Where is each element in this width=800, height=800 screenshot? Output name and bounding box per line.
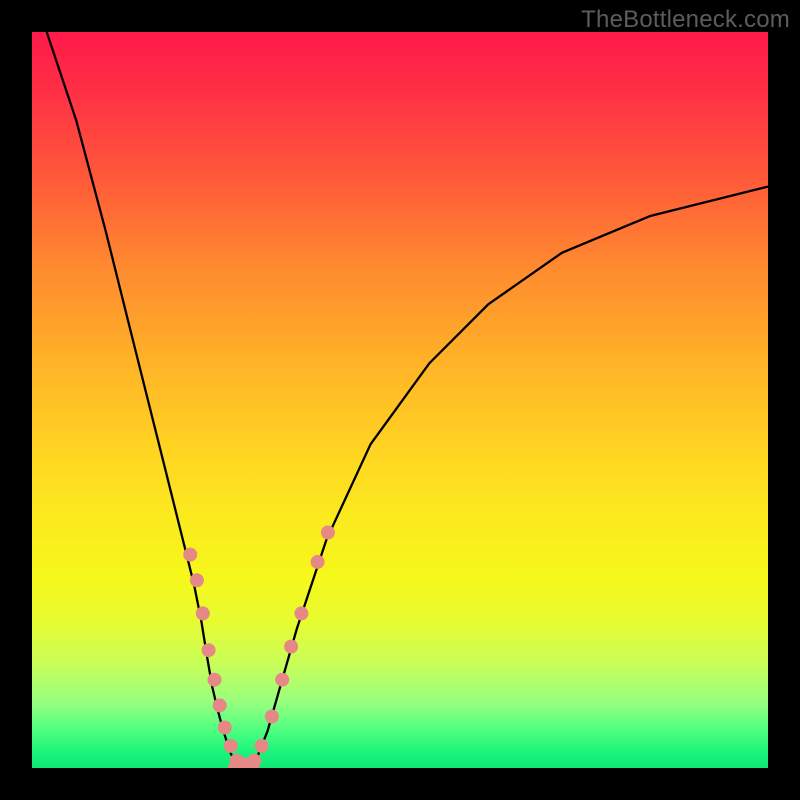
plot-area — [32, 32, 768, 768]
data-dot — [247, 754, 261, 768]
data-dot — [265, 710, 279, 724]
data-dot — [218, 721, 232, 735]
data-dot — [202, 643, 216, 657]
curve-right — [253, 187, 768, 768]
data-dot — [255, 739, 269, 753]
watermark-text: TheBottleneck.com — [581, 6, 790, 34]
data-dot — [196, 606, 210, 620]
data-dot — [213, 698, 227, 712]
data-dot — [321, 526, 335, 540]
data-dot — [183, 548, 197, 562]
data-dots — [183, 526, 335, 769]
data-dot — [311, 555, 325, 569]
chart-svg — [32, 32, 768, 768]
curve-left — [47, 32, 238, 768]
data-dot — [224, 739, 238, 753]
data-dot — [208, 673, 222, 687]
chart-frame: TheBottleneck.com — [0, 0, 800, 800]
curve-group — [47, 32, 768, 768]
data-dot — [190, 573, 204, 587]
data-dot — [275, 673, 289, 687]
data-dot — [294, 606, 308, 620]
data-dot — [284, 640, 298, 654]
